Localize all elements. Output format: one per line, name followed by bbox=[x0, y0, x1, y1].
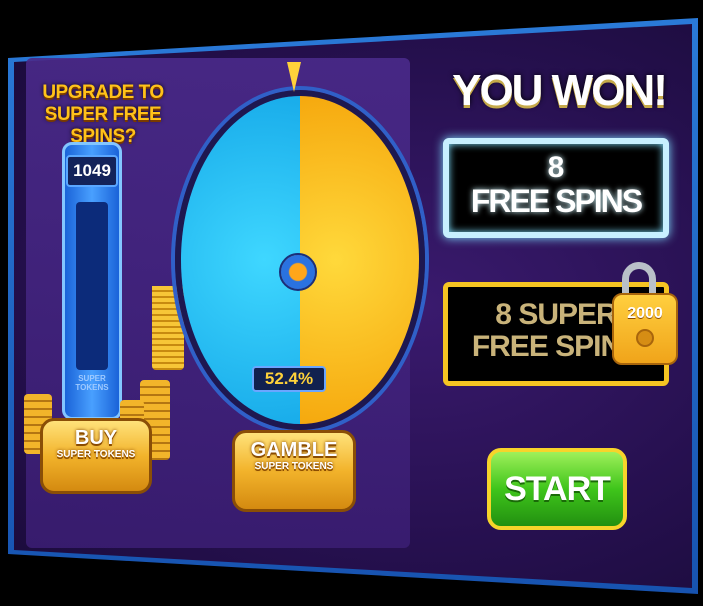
coin-icon bbox=[636, 329, 654, 347]
gamble-sub-label: SUPER TOKENS bbox=[254, 461, 334, 472]
wheel-hub-icon bbox=[279, 253, 317, 291]
free-spins-count: 8 bbox=[547, 151, 565, 184]
gamble-super-tokens-button[interactable]: GAMBLE SUPER TOKENS bbox=[232, 430, 356, 512]
free-spins-label: FREE SPINS bbox=[470, 183, 643, 219]
token-meter-tube bbox=[76, 202, 184, 370]
gamble-label: GAMBLE bbox=[250, 439, 338, 461]
lock-cost: 2000 bbox=[627, 305, 663, 322]
buy-sub-label: SUPER TOKENS bbox=[56, 449, 136, 460]
wheel-pointer-icon bbox=[287, 62, 301, 92]
start-button[interactable]: START bbox=[487, 448, 627, 530]
padlock-icon: 2000 bbox=[612, 293, 678, 365]
free-spins-option[interactable]: 8 FREE SPINS bbox=[443, 138, 669, 238]
meter-label: SUPER TOKENS bbox=[75, 374, 109, 392]
win-chance: 52.4% bbox=[252, 366, 326, 392]
buy-label: BUY bbox=[74, 427, 118, 449]
token-count: 1049 bbox=[66, 155, 118, 187]
buy-super-tokens-button[interactable]: BUY SUPER TOKENS bbox=[40, 418, 152, 494]
upgrade-title: UPGRADE TO SUPER FREE SPINS? bbox=[42, 82, 164, 147]
you-won-heading: YOU WON! bbox=[452, 66, 668, 115]
